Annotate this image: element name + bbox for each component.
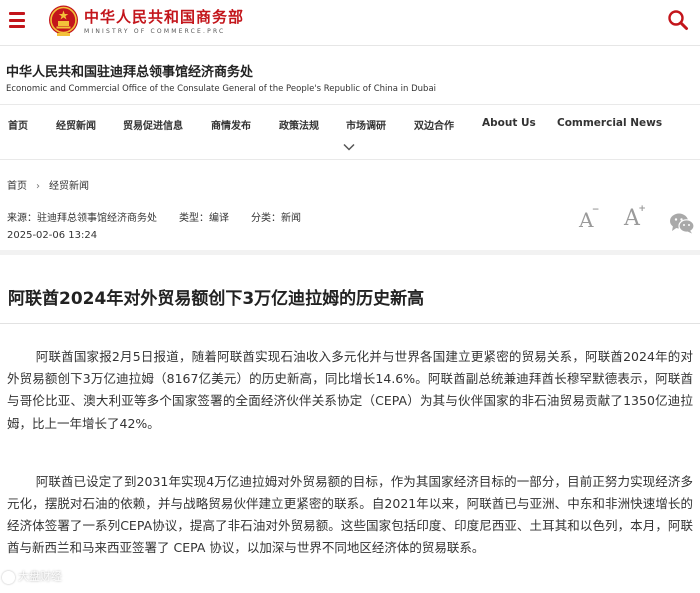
nav-item-commercial-news[interactable]: Commercial News [557, 117, 662, 129]
breadcrumb-home[interactable]: 首页 [7, 181, 27, 192]
article-paragraph: 阿联酋国家报2月5日报道，随着阿联酋实现石油收入多元化并与世界各国建立更紧密的贸… [7, 349, 693, 431]
chevron-right-icon: › [36, 181, 40, 192]
watermark-text: 大盘财经 [18, 570, 62, 583]
article-type: 类型：编译 [179, 213, 229, 224]
article-category: 分类：新闻 [251, 213, 301, 224]
nav-item-trade-news[interactable]: 经贸新闻 [56, 117, 96, 132]
office-title: 中华人民共和国驻迪拜总领事馆经济商务处 [6, 65, 254, 80]
nav-item-market-research[interactable]: 市场调研 [346, 117, 386, 132]
font-decrease-button[interactable]: A − [579, 206, 599, 231]
font-increase-button[interactable]: A + [624, 205, 646, 230]
ministry-name-en: MINISTRY OF COMMERCE.PRC [84, 28, 226, 35]
section-divider [0, 250, 700, 255]
minus-icon: − [591, 205, 600, 215]
breadcrumb: 首页 › 经贸新闻 [7, 177, 89, 192]
national-emblem-logo [49, 5, 78, 36]
watermark: 大盘财经 [2, 568, 62, 584]
plus-icon: + [638, 204, 646, 214]
article-headline: 阿联酋2024年对外贸易额创下3万亿迪拉姆的历史新高 [8, 289, 425, 309]
article-date: 2025-02-06 13:24 [7, 230, 98, 241]
nav-item-bilateral-cooperation[interactable]: 双边合作 [414, 117, 454, 132]
chevron-down-icon[interactable] [343, 143, 355, 151]
office-subtitle: Economic and Commercial Office of the Co… [6, 84, 437, 94]
main-nav: 首页 经贸新闻 贸易促进信息 商情发布 政策法规 市场调研 双边合作 About… [0, 104, 700, 160]
nav-item-business-info[interactable]: 商情发布 [211, 117, 251, 132]
nav-item-about-us[interactable]: About Us [482, 117, 536, 129]
search-icon[interactable] [667, 9, 689, 31]
article-body: 阿联酋国家报2月5日报道，随着阿联酋实现石油收入多元化并与世界各国建立更紧密的贸… [7, 346, 693, 593]
article-meta: 来源：驻迪拜总领事馆经济商务处 类型：编译 分类：新闻 [7, 209, 323, 224]
watermark-logo-icon [2, 570, 15, 584]
nav-item-policies[interactable]: 政策法规 [279, 117, 319, 132]
top-bar: 中华人民共和国商务部 MINISTRY OF COMMERCE.PRC [0, 0, 700, 46]
article-paragraph: 阿联酋已设定了到2031年实现4万亿迪拉姆对外贸易额的目标，作为其国家经济目标的… [7, 473, 693, 556]
nav-item-trade-promotion[interactable]: 贸易促进信息 [123, 117, 183, 132]
menu-icon[interactable] [9, 12, 25, 28]
headline-divider [0, 323, 700, 324]
breadcrumb-current[interactable]: 经贸新闻 [49, 181, 89, 192]
nav-item-home[interactable]: 首页 [8, 117, 28, 132]
wechat-share-icon[interactable] [669, 212, 695, 234]
article-source: 来源：驻迪拜总领事馆经济商务处 [7, 213, 157, 224]
ministry-name-cn: 中华人民共和国商务部 [84, 8, 245, 26]
